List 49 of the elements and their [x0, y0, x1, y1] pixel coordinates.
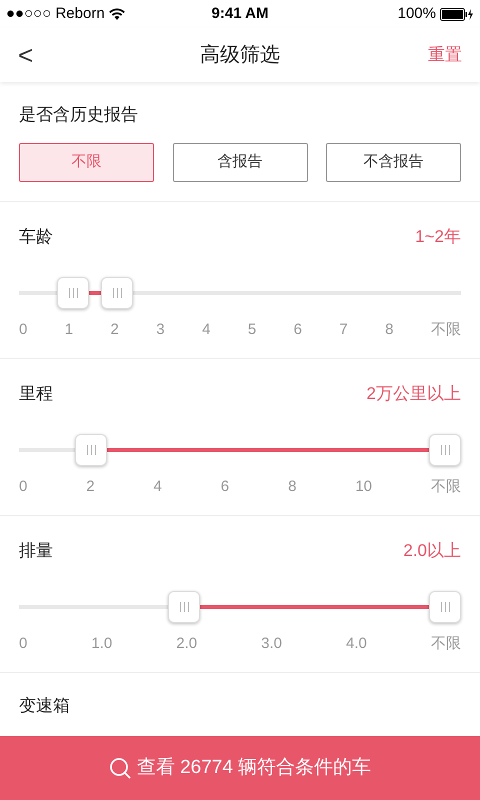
section-title: 排量 [19, 540, 53, 562]
reset-button[interactable]: 重置 [428, 42, 462, 68]
status-time: 9:41 AM [212, 4, 268, 24]
section-title: 是否含历史报告 [19, 104, 139, 126]
tick-label: 0 [19, 477, 28, 497]
tick-label: 不限 [430, 320, 461, 340]
tick-label: 8 [385, 320, 394, 340]
range-value: 1~2年 [415, 226, 461, 248]
tick-label: 0 [19, 320, 28, 340]
slider-handle[interactable] [57, 277, 89, 309]
tick-label: 不限 [430, 477, 461, 497]
section-title: 里程 [19, 382, 53, 404]
tick-label: 7 [339, 320, 348, 340]
tick-label: 3.0 [261, 634, 282, 654]
range-value: 2.0以上 [403, 540, 461, 562]
section-title: 变速箱 [19, 694, 71, 716]
tick-label: 0 [19, 634, 28, 654]
tick-label: 4 [202, 320, 210, 340]
tick-label: 6 [220, 477, 230, 497]
section-title: 车龄 [19, 226, 53, 248]
tick-label: 4.0 [346, 634, 367, 654]
search-results-button[interactable]: 查看 26774 辆符合条件的车 [0, 736, 480, 800]
tick-label: 不限 [430, 634, 461, 654]
filter-option[interactable]: 含报告 [172, 142, 308, 182]
battery-text: 100% [398, 4, 436, 24]
slider-handle[interactable] [429, 434, 461, 466]
filter-option[interactable]: 不含报告 [326, 142, 461, 182]
tick-label: 1 [64, 320, 74, 340]
tick-label: 8 [288, 477, 296, 497]
tick-label: 3 [156, 320, 165, 340]
wifi-icon [108, 8, 125, 20]
tick-label: 4 [154, 477, 162, 497]
tick-label: 2 [86, 477, 95, 497]
slider-handle[interactable] [75, 434, 107, 466]
tick-label: 5 [248, 320, 256, 340]
page-title: 高级筛选 [200, 43, 280, 68]
slider-handle[interactable] [168, 591, 200, 623]
slider-handle[interactable] [101, 277, 133, 309]
tick-label: 10 [355, 477, 372, 497]
battery-icon [440, 8, 474, 20]
slider-handle[interactable] [429, 591, 461, 623]
tick-label: 6 [294, 320, 302, 340]
back-button[interactable]: < [18, 42, 34, 68]
carrier-text: ●●○○○ Reborn [6, 4, 105, 24]
search-icon [108, 757, 131, 779]
tick-label: 1.0 [91, 634, 112, 654]
range-value: 2万公里以上 [366, 382, 461, 404]
tick-label: 2 [110, 320, 119, 340]
tick-label: 2.0 [176, 634, 198, 654]
